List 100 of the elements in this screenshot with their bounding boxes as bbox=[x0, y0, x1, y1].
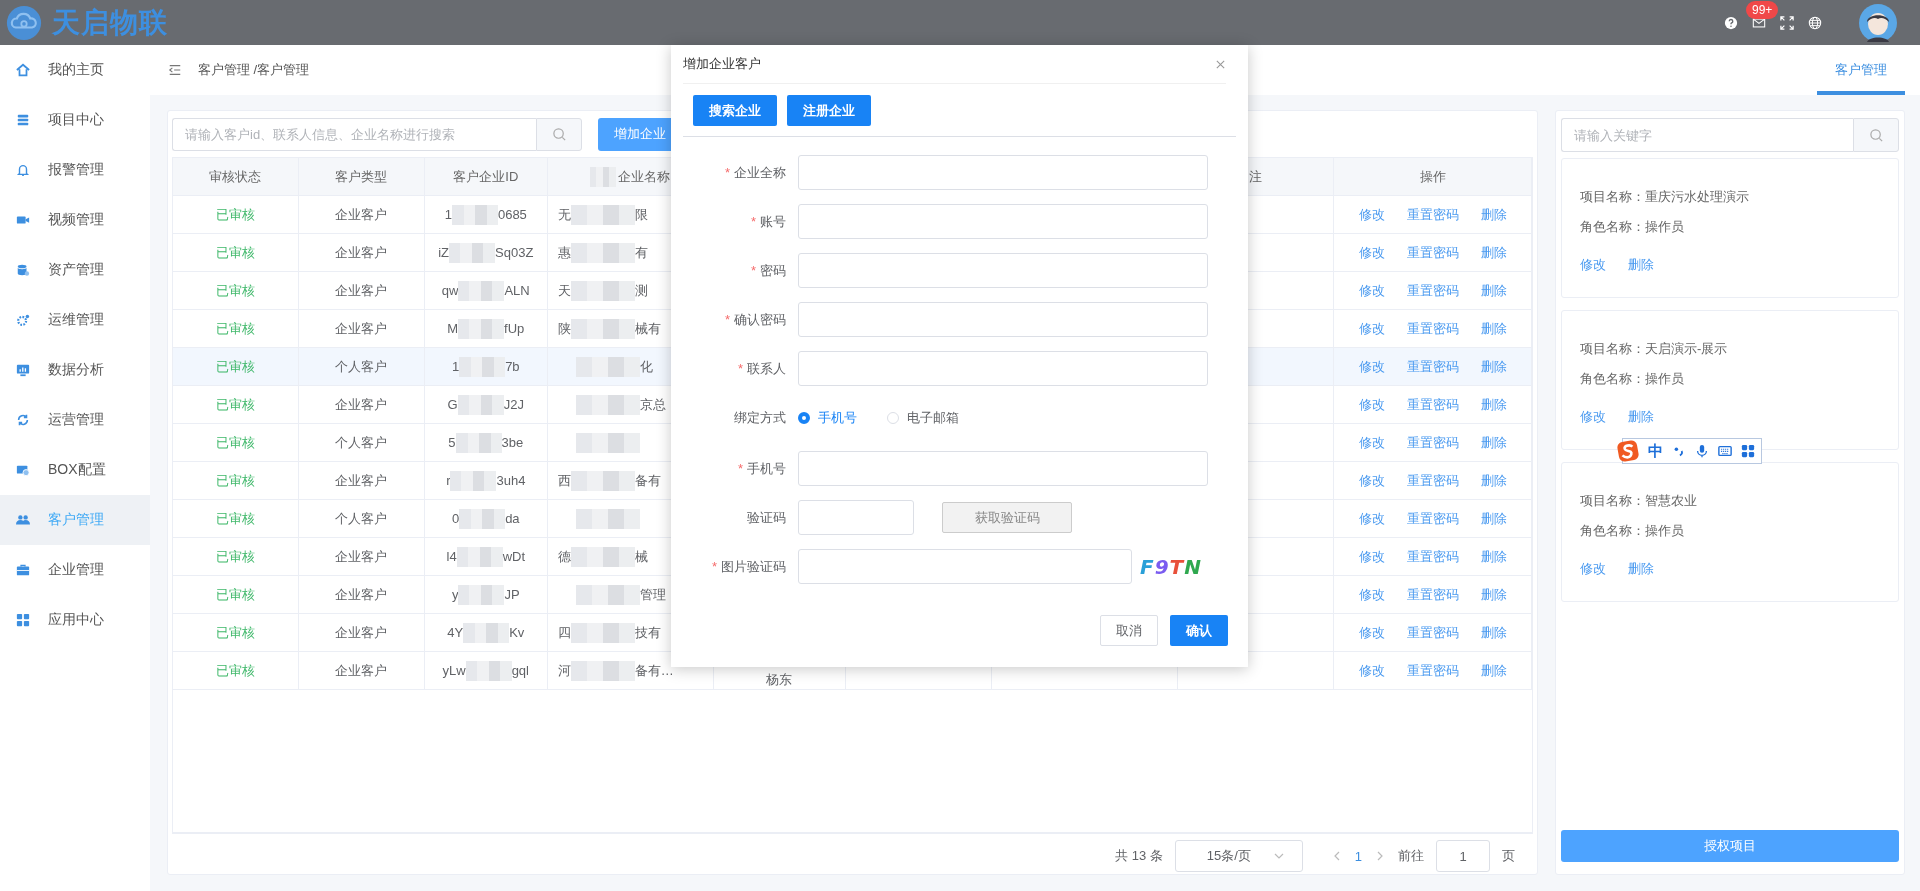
action-link[interactable]: 重置密码 bbox=[1406, 547, 1459, 566]
action-link[interactable]: 删除 bbox=[1480, 661, 1507, 680]
keyword-search-field[interactable]: 请输入关键字 bbox=[1561, 118, 1853, 152]
action-link[interactable]: 删除 bbox=[1480, 509, 1507, 528]
action-link[interactable]: 重置密码 bbox=[1406, 509, 1459, 528]
action-link[interactable]: 修改 bbox=[1358, 319, 1385, 338]
action-link[interactable]: 重置密码 bbox=[1406, 319, 1459, 338]
action-link[interactable]: 删除 bbox=[1480, 205, 1507, 224]
action-link[interactable]: 删除 bbox=[1480, 395, 1507, 414]
input-field[interactable] bbox=[798, 155, 1208, 190]
sidebar-item[interactable]: 数据分析 bbox=[0, 345, 150, 395]
action-link[interactable]: 删除 bbox=[1480, 547, 1507, 566]
action-link[interactable]: 删除 bbox=[1480, 243, 1507, 262]
action-link[interactable]: 修改 bbox=[1358, 509, 1385, 528]
action-link[interactable]: 删除 bbox=[1480, 471, 1507, 490]
action-link[interactable]: 删除 bbox=[1480, 623, 1507, 642]
action-link[interactable]: 重置密码 bbox=[1406, 357, 1459, 376]
code-input-field[interactable] bbox=[798, 500, 914, 535]
input-field[interactable] bbox=[798, 302, 1208, 337]
action-link[interactable]: 删除 bbox=[1480, 319, 1507, 338]
pixelated-area bbox=[451, 204, 498, 225]
sidebar-item[interactable]: 运营管理 bbox=[0, 395, 150, 445]
page-input[interactable]: 1 bbox=[1436, 840, 1490, 872]
mode-button[interactable]: 注册企业 bbox=[787, 95, 871, 126]
microphone-icon[interactable] bbox=[1695, 444, 1709, 458]
sidebar-item[interactable]: BOX配置 bbox=[0, 445, 150, 495]
search-field[interactable]: 请输入客户id、联系人信息、企业名称进行搜索 bbox=[172, 117, 536, 151]
sidebar-item[interactable]: 应用中心 bbox=[0, 595, 150, 645]
sidebar-item[interactable]: 资产管理 bbox=[0, 245, 150, 295]
confirm-button[interactable]: 确认 bbox=[1170, 615, 1228, 646]
action-link[interactable]: 删除 bbox=[1480, 433, 1507, 452]
pixelated-area bbox=[458, 584, 505, 605]
authorize-button[interactable]: 授权项目 bbox=[1561, 830, 1899, 862]
action-link[interactable]: 修改 bbox=[1358, 471, 1385, 490]
action-link[interactable]: 重置密码 bbox=[1406, 471, 1459, 490]
close-icon[interactable] bbox=[1215, 58, 1226, 70]
menu-icon[interactable] bbox=[168, 63, 182, 77]
user-avatar[interactable] bbox=[1858, 2, 1898, 43]
action-link[interactable]: 重置密码 bbox=[1406, 623, 1459, 642]
action-link[interactable]: 修改 bbox=[1580, 408, 1606, 426]
action-link[interactable]: 重置密码 bbox=[1406, 661, 1459, 680]
search-icon[interactable] bbox=[1868, 127, 1884, 143]
action-link[interactable]: 修改 bbox=[1358, 585, 1385, 604]
action-link[interactable]: 修改 bbox=[1358, 661, 1385, 680]
sidebar-item[interactable]: 项目中心 bbox=[0, 95, 150, 145]
globe-icon[interactable] bbox=[1808, 15, 1822, 30]
ime-mode[interactable]: 中 bbox=[1648, 441, 1663, 461]
get-code-button[interactable]: 获取验证码 bbox=[942, 502, 1072, 533]
radio-label[interactable]: 电子邮箱 bbox=[907, 408, 959, 427]
page-number[interactable]: 1 bbox=[1354, 848, 1362, 864]
action-link[interactable]: 修改 bbox=[1358, 357, 1385, 376]
action-link[interactable]: 修改 bbox=[1358, 623, 1385, 642]
action-link[interactable]: 修改 bbox=[1358, 243, 1385, 262]
sidebar-item[interactable]: 客户管理 bbox=[0, 495, 150, 545]
page-size-select[interactable]: 15条/页 bbox=[1174, 840, 1303, 872]
action-link[interactable]: 重置密码 bbox=[1406, 205, 1459, 224]
action-link[interactable]: 重置密码 bbox=[1406, 585, 1459, 604]
table-cell: Kv bbox=[509, 625, 525, 640]
radio-label[interactable]: 手机号 bbox=[818, 408, 857, 427]
action-link[interactable]: 重置密码 bbox=[1406, 395, 1459, 414]
mode-button[interactable]: 搜索企业 bbox=[693, 95, 777, 126]
radio-button[interactable] bbox=[798, 411, 810, 424]
captcha-input-field[interactable] bbox=[798, 549, 1132, 584]
cancel-button[interactable]: 取消 bbox=[1100, 615, 1158, 646]
action-link[interactable]: 修改 bbox=[1358, 395, 1385, 414]
help-icon[interactable] bbox=[1724, 15, 1738, 30]
table-cell-text: 杨东 bbox=[766, 670, 793, 689]
action-link[interactable]: 修改 bbox=[1358, 547, 1385, 566]
input-field[interactable] bbox=[798, 451, 1208, 486]
action-link[interactable]: 删除 bbox=[1628, 408, 1654, 426]
s-logo-icon[interactable] bbox=[1617, 440, 1639, 462]
sidebar-item[interactable]: 视频管理 bbox=[0, 195, 150, 245]
action-link[interactable]: 修改 bbox=[1358, 433, 1385, 452]
table-cell: 陕 bbox=[557, 319, 571, 338]
action-link[interactable]: 删除 bbox=[1628, 256, 1654, 274]
action-link[interactable]: 修改 bbox=[1580, 256, 1606, 274]
field-label: 手机号 bbox=[747, 460, 786, 476]
keyboard-icon[interactable] bbox=[1718, 444, 1732, 458]
input-field[interactable] bbox=[798, 253, 1208, 288]
action-link[interactable]: 删除 bbox=[1480, 585, 1507, 604]
action-link[interactable]: 修改 bbox=[1358, 281, 1385, 300]
search-icon[interactable] bbox=[551, 126, 567, 142]
fullscreen-icon[interactable] bbox=[1780, 15, 1794, 30]
action-link[interactable]: 修改 bbox=[1580, 560, 1606, 578]
action-link[interactable]: 重置密码 bbox=[1406, 243, 1459, 262]
action-link[interactable]: 删除 bbox=[1480, 281, 1507, 300]
action-link[interactable]: 删除 bbox=[1480, 357, 1507, 376]
action-link[interactable]: 重置密码 bbox=[1406, 281, 1459, 300]
action-link[interactable]: 重置密码 bbox=[1406, 433, 1459, 452]
captcha-image[interactable]: F9TN bbox=[1140, 554, 1202, 579]
sidebar-item[interactable]: 企业管理 bbox=[0, 545, 150, 595]
input-field[interactable] bbox=[798, 204, 1208, 239]
action-link[interactable]: 修改 bbox=[1358, 205, 1385, 224]
sidebar-item[interactable]: 报警管理 bbox=[0, 145, 150, 195]
grid-icon[interactable] bbox=[1741, 444, 1755, 458]
page-tab[interactable]: 客户管理 bbox=[1817, 45, 1905, 95]
sidebar-item[interactable]: 运维管理 bbox=[0, 295, 150, 345]
action-link[interactable]: 删除 bbox=[1628, 560, 1654, 578]
input-field[interactable] bbox=[798, 351, 1208, 386]
sidebar-item[interactable]: 我的主页 bbox=[0, 45, 150, 95]
